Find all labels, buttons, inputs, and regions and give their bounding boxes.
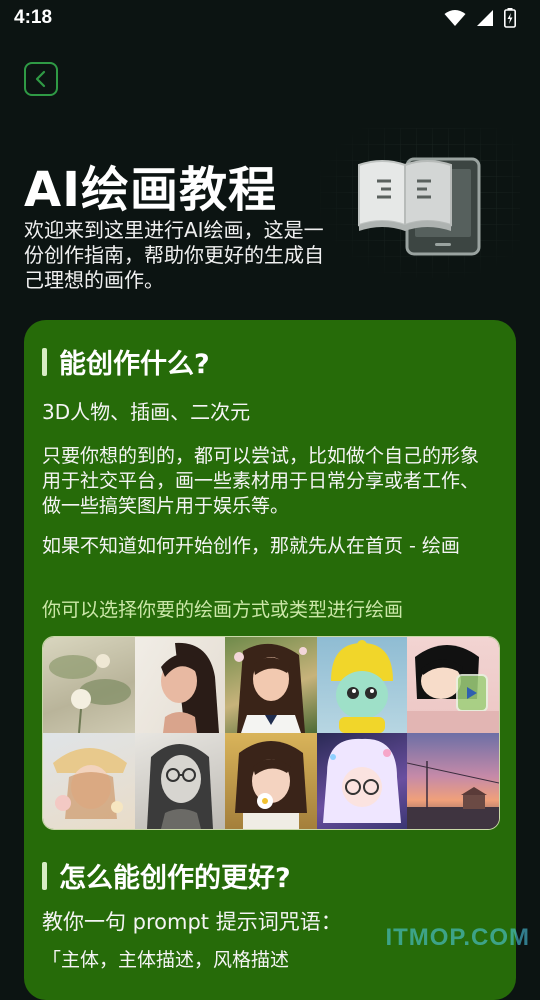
wifi-icon [444, 10, 466, 26]
guide-card: 能创作什么? 3D人物、插画、二次元 只要你想的到的，都可以尝试，比如做个自己的… [24, 320, 516, 1000]
battery-icon [504, 8, 516, 28]
section-title-better: 怎么能创作的更好? [59, 863, 291, 894]
gallery-image-sketch-portrait[interactable] [135, 733, 225, 829]
gallery-image-girl-flowers[interactable] [225, 637, 317, 733]
gallery-image-girl-jar[interactable] [407, 637, 499, 733]
back-button[interactable] [24, 62, 58, 96]
gallery-image-anime-glasses[interactable] [317, 733, 407, 829]
section-heading-better: 怎么能创作的更好? [42, 856, 291, 895]
section-accent-text: 你可以选择你要的绘画方式或类型进行绘画 [42, 599, 404, 621]
gallery-image-watercolor-girl[interactable] [43, 733, 135, 829]
page-title: AI绘画教程 [24, 162, 278, 218]
gallery-image-3d-yellow-hat[interactable] [317, 637, 407, 733]
chevron-left-icon [35, 70, 46, 88]
gallery-image-portrait-woman[interactable] [135, 637, 225, 733]
book-icon [358, 160, 452, 231]
section-title-what: 能创作什么? [59, 349, 210, 380]
gallery-image-lotus[interactable] [43, 637, 135, 733]
book-tablet-illustration [358, 157, 481, 256]
section-subtitle: 3D人物、插画、二次元 [42, 400, 251, 424]
status-time: 4:18 [14, 7, 53, 28]
section-heading-what: 能创作什么? [42, 342, 210, 381]
section-paragraph-2: 如果不知道如何开始创作，那就先从在首页 - 绘画 [42, 535, 460, 557]
example-gallery [42, 636, 500, 830]
section-marker [42, 347, 47, 376]
gallery-image-sunset-field[interactable] [407, 733, 499, 829]
status-bar: 4:18 [0, 0, 540, 36]
section-marker [42, 861, 47, 890]
watermark: ITMOP.COM [385, 924, 530, 951]
gallery-image-girl-daisy[interactable] [225, 733, 317, 829]
signal-icon [477, 10, 493, 26]
intro-text: 欢迎来到这里进行AI绘画，这是一份创作指南，帮助你更好的生成自己理想的画作。 [24, 218, 324, 292]
status-icons [444, 8, 516, 28]
section-paragraph-1: 只要你想的到的，都可以尝试，比如做个自己的形象用于社交平台，画一些素材用于日常分… [42, 445, 480, 517]
